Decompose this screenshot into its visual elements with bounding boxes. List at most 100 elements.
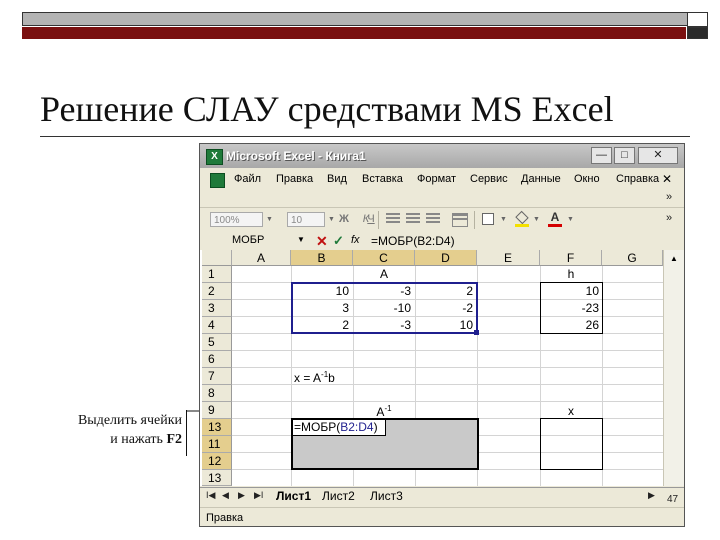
sheet-tab-3[interactable]: Лист3	[370, 489, 403, 503]
borders-icon[interactable]	[482, 213, 494, 225]
chevron-down-icon[interactable]: ▼	[328, 216, 335, 223]
chevron-down-icon[interactable]: ▼	[266, 216, 273, 223]
cell-f2[interactable]: 10	[540, 284, 599, 298]
column-header[interactable]: D	[415, 250, 477, 266]
column-header[interactable]: A	[232, 250, 291, 266]
menu-insert[interactable]: Вставка	[362, 173, 403, 185]
worksheet-grid[interactable]: A B C D E F G 1 2 3 4 5 6 7 8 9 13 11 12…	[200, 250, 684, 486]
formatting-toolbar: 100% ▼ 10 ▼ Ж К Ч ▼ ▼ A ▼ »	[200, 207, 684, 232]
cell-c1[interactable]: A	[353, 267, 415, 281]
scroll-up-icon[interactable]: ▲	[666, 252, 682, 266]
menu-format[interactable]: Формат	[417, 173, 456, 185]
excel-app-icon: X	[206, 149, 223, 165]
row-header[interactable]: 4	[202, 317, 232, 334]
font-color-icon[interactable]: A	[548, 210, 562, 227]
cancel-icon[interactable]: ✕	[316, 233, 328, 249]
menu-data[interactable]: Данные	[521, 173, 561, 185]
column-header[interactable]: E	[477, 250, 540, 266]
column-header[interactable]: G	[602, 250, 663, 266]
row-header[interactable]: 7	[202, 368, 232, 385]
cell-c4[interactable]: -3	[353, 318, 411, 332]
window-titlebar[interactable]: X Microsoft Excel - Книга1 — □ ✕	[200, 144, 684, 168]
minimize-button[interactable]: —	[591, 147, 612, 164]
font-size-select[interactable]: 10	[287, 212, 325, 227]
cell-f4[interactable]: 26	[540, 318, 599, 332]
column-header[interactable]: C	[353, 250, 415, 266]
sheet-tabs-bar: I◀ ◀ ▶ ▶I Лист1 Лист2 Лист3 ▶	[200, 487, 684, 506]
row-header[interactable]: 2	[202, 283, 232, 300]
cell-f1[interactable]: h	[540, 267, 602, 281]
align-right-icon[interactable]	[426, 213, 440, 225]
prev-sheet-icon[interactable]: ◀	[222, 490, 229, 501]
select-all-corner[interactable]	[202, 250, 232, 266]
insert-function-icon[interactable]: fx	[351, 234, 360, 246]
last-sheet-icon[interactable]: ▶I	[254, 490, 263, 501]
name-box[interactable]: МОБР	[232, 234, 292, 246]
vertical-scrollbar[interactable]: ▲	[663, 250, 684, 486]
workbook-icon[interactable]	[210, 173, 225, 188]
row-header[interactable]: 13	[202, 419, 232, 436]
zoom-select[interactable]: 100%	[210, 212, 263, 227]
menu-view[interactable]: Вид	[327, 173, 347, 185]
fill-color-icon[interactable]	[515, 210, 529, 227]
toolbar-overflow-icon[interactable]: »	[666, 212, 672, 224]
cell-d2[interactable]: 2	[415, 284, 473, 298]
next-sheet-icon[interactable]: ▶	[238, 490, 245, 501]
menu-bar: Файл Правка Вид Вставка Формат Сервис Да…	[200, 170, 684, 190]
underline-button[interactable]: Ч	[363, 212, 379, 227]
slide-page-number: 47	[667, 494, 679, 505]
status-bar: Правка	[200, 507, 684, 526]
menu-window[interactable]: Окно	[574, 173, 600, 185]
menu-tools[interactable]: Сервис	[470, 173, 508, 185]
menu-help[interactable]: Справка	[616, 173, 659, 185]
row-header[interactable]: 1	[202, 266, 232, 283]
scroll-right-icon[interactable]: ▶	[648, 490, 655, 501]
menu-edit[interactable]: Правка	[276, 173, 313, 185]
chevron-down-icon[interactable]: ▼	[297, 235, 305, 244]
column-header[interactable]: F	[540, 250, 602, 266]
align-left-icon[interactable]	[386, 213, 400, 225]
cell-b2[interactable]: 10	[291, 284, 349, 298]
enter-icon[interactable]: ✓	[333, 233, 344, 249]
toolbar-overflow-icon[interactable]: »	[666, 191, 672, 203]
chevron-down-icon[interactable]: ▼	[567, 216, 574, 223]
cell-b4[interactable]: 2	[291, 318, 349, 332]
maximize-button[interactable]: □	[614, 147, 635, 164]
cell-c9[interactable]: A-1	[353, 404, 415, 419]
row-header[interactable]: 3	[202, 300, 232, 317]
row-header[interactable]: 11	[202, 436, 232, 453]
cell-c3[interactable]: -10	[353, 301, 411, 315]
bold-button[interactable]: Ж	[336, 212, 352, 227]
row-header[interactable]: 9	[202, 402, 232, 419]
sheet-tab-2[interactable]: Лист2	[322, 489, 355, 503]
cell-c2[interactable]: -3	[353, 284, 411, 298]
close-button[interactable]: ✕	[638, 147, 678, 164]
row-header[interactable]: 5	[202, 334, 232, 351]
cell-f3[interactable]: -23	[540, 301, 599, 315]
active-cell-editor[interactable]: =МОБР(B2:D4)	[292, 419, 386, 436]
sheet-tab-1[interactable]: Лист1	[276, 489, 311, 503]
status-mode: Правка	[206, 512, 244, 524]
cell-d4[interactable]: 10	[415, 318, 473, 332]
row-header[interactable]: 6	[202, 351, 232, 368]
align-center-icon[interactable]	[406, 213, 420, 225]
toolbar-separator	[474, 211, 475, 229]
cell-f9[interactable]: x	[540, 404, 602, 418]
menu-file[interactable]: Файл	[234, 173, 261, 185]
chevron-down-icon[interactable]: ▼	[533, 216, 540, 223]
formula-input[interactable]: =МОБР(B2:D4)	[371, 234, 455, 248]
row-header[interactable]: 12	[202, 453, 232, 470]
cell-d3[interactable]: -2	[415, 301, 473, 315]
first-sheet-icon[interactable]: I◀	[206, 490, 215, 501]
workbook-close-icon[interactable]: ✕	[662, 172, 672, 186]
fill-handle[interactable]	[474, 330, 479, 335]
cell-b3[interactable]: 3	[291, 301, 349, 315]
formula-bar: МОБР ▼ ✕ ✓ fx =МОБР(B2:D4)	[200, 233, 684, 249]
chevron-down-icon[interactable]: ▼	[500, 216, 507, 223]
cell-b7[interactable]: x = A-1b	[294, 370, 335, 385]
row-header[interactable]: 8	[202, 385, 232, 402]
vector-x-range[interactable]	[540, 418, 603, 470]
merge-center-icon[interactable]	[452, 213, 468, 227]
column-header[interactable]: B	[291, 250, 353, 266]
row-header[interactable]: 13	[202, 470, 232, 486]
